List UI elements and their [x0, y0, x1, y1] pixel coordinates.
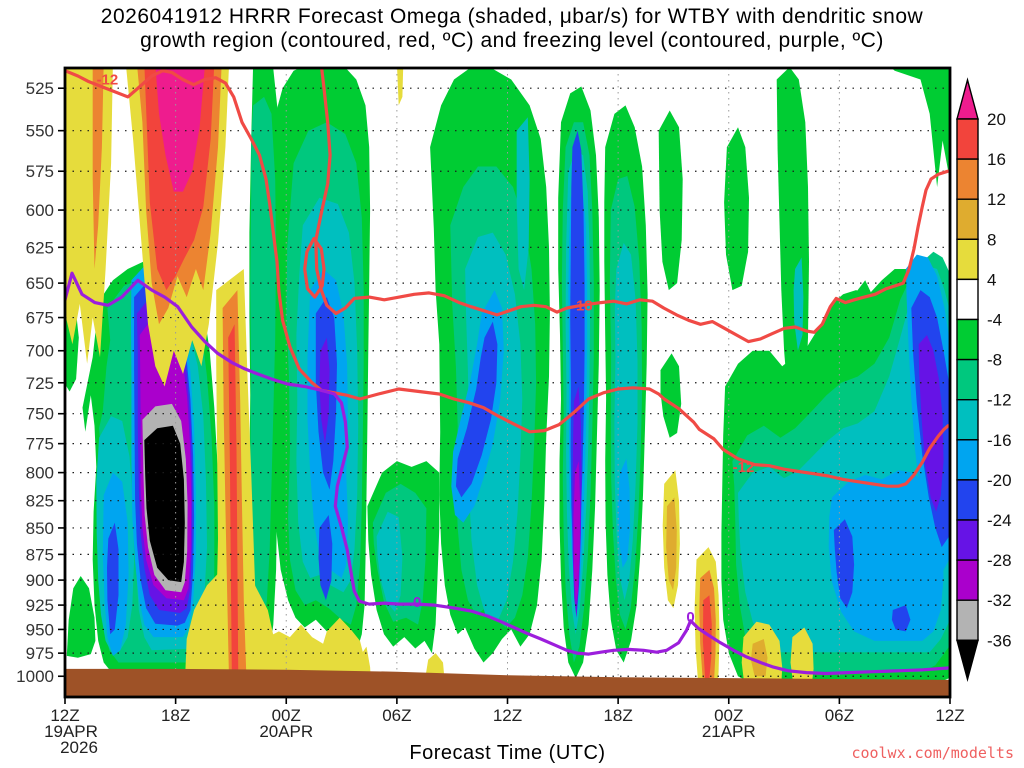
svg-text:0: 0 [686, 609, 694, 626]
x-date-label: 21APR [702, 722, 756, 741]
colorbar-segment [956, 399, 979, 441]
svg-text:-12: -12 [733, 459, 755, 476]
watermark-text: coolwx.com/modelts [851, 744, 1014, 762]
colorbar-label: -16 [987, 431, 1012, 450]
y-tick-label: 625 [26, 238, 54, 257]
colorbar-segment [956, 318, 979, 361]
y-tick-label: 675 [26, 309, 54, 328]
y-tick-label: 975 [26, 644, 54, 663]
colorbar-label: 8 [987, 230, 996, 249]
y-tick-label: 550 [26, 122, 54, 141]
colorbar-segment [956, 599, 979, 642]
colorbar-segment [956, 439, 979, 481]
y-tick-label: 775 [26, 435, 54, 454]
colorbar-arrow-top [956, 77, 979, 120]
colorbar-label: -28 [987, 551, 1012, 570]
colorbar-label: 4 [987, 270, 996, 289]
colorbar-label: -4 [987, 311, 1002, 330]
y-tick-label: 725 [26, 374, 54, 393]
colorbar-label: -20 [987, 471, 1012, 490]
x-tick-label: 06Z [825, 706, 854, 725]
colorbar-label: -32 [987, 591, 1012, 610]
y-tick-label: 750 [26, 405, 54, 424]
colorbar-label: 16 [987, 150, 1006, 169]
y-tick-label: 525 [26, 79, 54, 98]
colorbar-arrow-bottom [956, 639, 979, 682]
y-tick-label: 850 [26, 519, 54, 538]
x-tick-label: 18Z [161, 706, 190, 725]
y-tick-label: 575 [26, 162, 54, 181]
colorbar-segment [956, 238, 979, 281]
y-tick-label: 925 [26, 596, 54, 615]
colorbar-segment [956, 559, 979, 601]
y-tick-label: 900 [26, 571, 54, 590]
y-tick-label: 600 [26, 201, 54, 220]
y-axis-pressure: 525 550 575 600 625 650 675 700 725 750 775 800 825 8… [16, 79, 65, 686]
colorbar-label: 20 [987, 110, 1006, 129]
svg-text:-18: -18 [571, 297, 593, 314]
colorbar-label: -8 [987, 351, 1002, 370]
x-tick-label: 12Z [493, 706, 522, 725]
colorbar-segment [956, 118, 979, 160]
colorbar-label: -12 [987, 391, 1012, 410]
x-date-label: 20APR [259, 722, 313, 741]
x-axis-title: Forecast Time (UTC) [409, 742, 606, 764]
chart-title-line2: growth region (contoured, red, ºC) and f… [140, 29, 884, 52]
colorbar-segment [956, 198, 979, 240]
y-tick-label: 700 [26, 342, 54, 361]
x-tick-label: 12Z [935, 706, 964, 725]
x-tick-label: 18Z [603, 706, 632, 725]
y-tick-label: 1000 [16, 667, 54, 686]
y-tick-label: 825 [26, 492, 54, 511]
y-tick-label: 875 [26, 545, 54, 564]
y-tick-label: 950 [26, 620, 54, 639]
colorbar-segment [956, 278, 979, 321]
colorbar-segment [956, 479, 979, 521]
colorbar-segment [956, 158, 979, 200]
chart-title-line1: 2026041912 HRRR Forecast Omega (shaded, … [100, 5, 924, 28]
colorbar-label: -36 [987, 631, 1012, 650]
colorbar-omega-scale: 20 16 12 8 4 -4 -8 -12 -16 -20 -24 -28 -32 -36 [956, 77, 1012, 682]
colorbar-segment [956, 358, 979, 401]
svg-text:0: 0 [413, 594, 421, 611]
y-tick-label: 800 [26, 464, 54, 483]
colorbar-segment [956, 519, 979, 561]
omega-cross-section-plot: -12 -18 -12 0 0 525 550 575 600 625 650 675 700 725 75… [16, 66, 1012, 757]
colorbar-label: 12 [987, 190, 1006, 209]
svg-text:-12: -12 [97, 71, 119, 88]
x-tick-label: 06Z [382, 706, 411, 725]
y-tick-label: 650 [26, 274, 54, 293]
colorbar-label: -24 [987, 511, 1012, 530]
omega-forecast-chart-page: 2026041912 HRRR Forecast Omega (shaded, … [0, 0, 1024, 768]
